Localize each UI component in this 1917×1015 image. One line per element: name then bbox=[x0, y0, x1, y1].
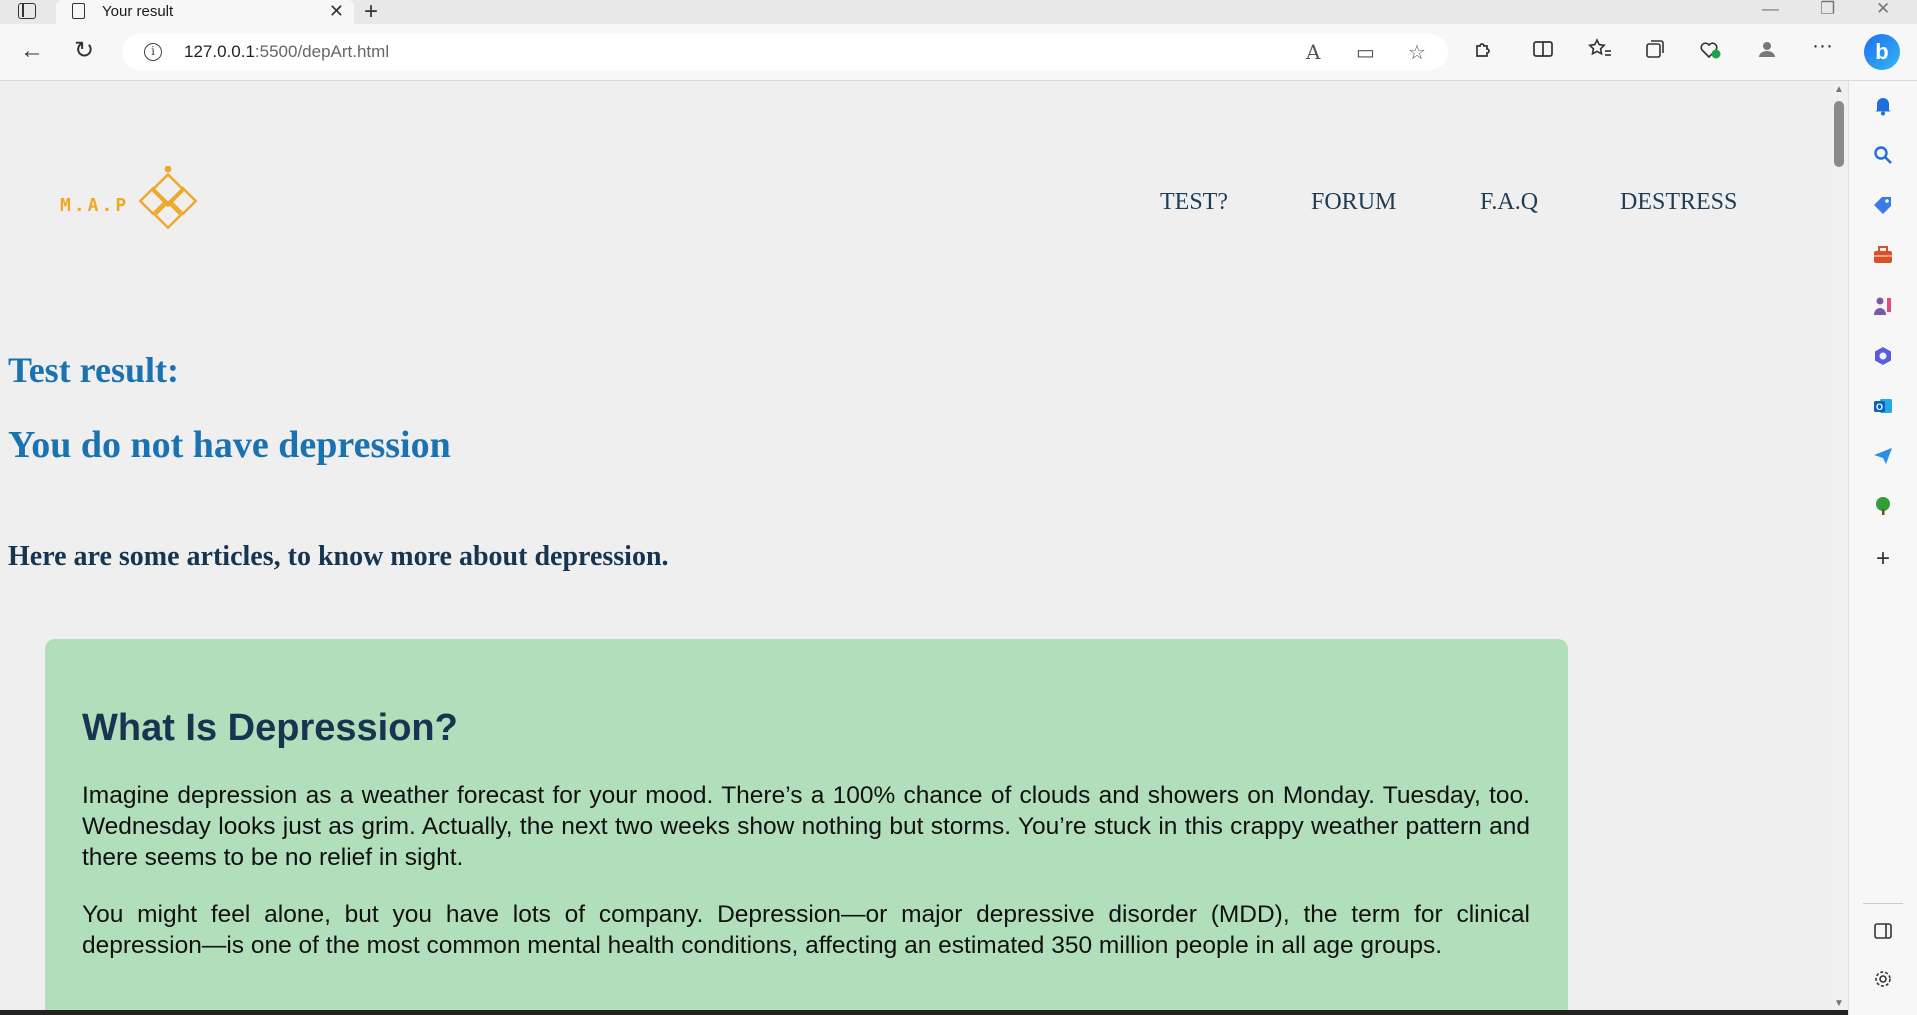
microsoft-365-icon[interactable] bbox=[1871, 345, 1895, 369]
article-paragraph: You might feel alone, but you have lots … bbox=[82, 901, 1530, 959]
sidebar-divider bbox=[1863, 903, 1903, 904]
tab-title: Your result bbox=[102, 3, 174, 20]
browser-tab[interactable]: Your result ✕ bbox=[56, 0, 354, 24]
tab-close-icon[interactable]: ✕ bbox=[329, 1, 344, 22]
article-paragraph: Imagine depression as a weather forecast… bbox=[82, 782, 1530, 871]
reload-button[interactable]: ↻ bbox=[74, 37, 94, 65]
scroll-down-arrow-icon[interactable]: ▼ bbox=[1834, 998, 1844, 1009]
settings-gear-icon[interactable] bbox=[1871, 969, 1895, 993]
url-text[interactable]: 127.0.0.1:5500/depArt.html bbox=[184, 42, 389, 62]
hide-sidebar-icon[interactable] bbox=[1871, 921, 1895, 945]
tab-strip: Your result ✕ + — ❐ ✕ bbox=[0, 0, 1917, 26]
site-info-icon[interactable]: i bbox=[144, 43, 162, 61]
extensions-icon[interactable] bbox=[1472, 38, 1494, 66]
collections-icon[interactable] bbox=[1644, 38, 1666, 66]
web-page: M.A.P TEST? FORUM F.A.Q DESTRESS Test re… bbox=[0, 81, 1830, 1010]
nav-test[interactable]: TEST? bbox=[1160, 189, 1228, 216]
more-options-button[interactable]: ··· bbox=[1812, 34, 1833, 58]
games-icon[interactable] bbox=[1871, 295, 1895, 319]
search-icon[interactable] bbox=[1871, 145, 1895, 169]
split-screen-icon[interactable] bbox=[1532, 38, 1554, 66]
outlook-icon[interactable]: O bbox=[1871, 395, 1895, 419]
minimize-button[interactable]: — bbox=[1762, 0, 1779, 19]
copilot-icon[interactable]: b bbox=[1864, 34, 1900, 70]
articles-intro: Here are some articles, to know more abo… bbox=[8, 541, 669, 572]
article-card: What Is Depression? Imagine depression a… bbox=[45, 639, 1568, 1010]
tree-icon[interactable] bbox=[1871, 495, 1895, 519]
add-sidebar-app-icon[interactable]: + bbox=[1871, 547, 1895, 571]
nav-faq[interactable]: F.A.Q bbox=[1480, 189, 1538, 216]
document-icon bbox=[72, 3, 85, 19]
send-icon[interactable] bbox=[1871, 445, 1895, 469]
address-bar[interactable]: i 127.0.0.1:5500/depArt.html A ▭ ☆ bbox=[122, 34, 1448, 70]
taskbar-edge bbox=[0, 1010, 1848, 1015]
tab-actions-icon[interactable] bbox=[18, 3, 36, 19]
notifications-bell-icon[interactable] bbox=[1871, 96, 1895, 120]
restore-button[interactable]: ❐ bbox=[1820, 0, 1835, 19]
new-tab-button[interactable]: + bbox=[364, 0, 378, 26]
scrollbar-thumb[interactable] bbox=[1834, 101, 1844, 167]
profile-icon[interactable] bbox=[1756, 38, 1778, 66]
page-scrollbar[interactable]: ▲ ▼ bbox=[1830, 81, 1848, 1015]
scroll-up-arrow-icon[interactable]: ▲ bbox=[1834, 84, 1844, 95]
browser-essentials-icon[interactable] bbox=[1698, 38, 1722, 66]
svg-text:O: O bbox=[1876, 402, 1883, 412]
nav-forum[interactable]: FORUM bbox=[1311, 189, 1396, 216]
logo-text: M.A.P bbox=[60, 195, 130, 216]
favorite-star-icon[interactable]: ☆ bbox=[1408, 40, 1426, 65]
browser-toolbar: ← ↻ i 127.0.0.1:5500/depArt.html A ▭ ☆ ·… bbox=[0, 24, 1917, 81]
favorites-icon[interactable] bbox=[1588, 38, 1612, 66]
article-title: What Is Depression? bbox=[82, 707, 458, 749]
edge-sidebar: O + bbox=[1848, 81, 1917, 1015]
result-heading: Test result: bbox=[8, 350, 179, 390]
result-verdict: You do not have depression bbox=[8, 424, 451, 466]
tools-briefcase-icon[interactable] bbox=[1871, 245, 1895, 269]
nav-destress[interactable]: DESTRESS bbox=[1620, 189, 1737, 216]
shopping-tag-icon[interactable] bbox=[1871, 195, 1895, 219]
close-window-button[interactable]: ✕ bbox=[1876, 0, 1890, 19]
back-button[interactable]: ← bbox=[20, 37, 44, 65]
immersive-reader-icon[interactable]: ▭ bbox=[1356, 40, 1375, 65]
read-aloud-icon[interactable]: A bbox=[1306, 40, 1320, 64]
